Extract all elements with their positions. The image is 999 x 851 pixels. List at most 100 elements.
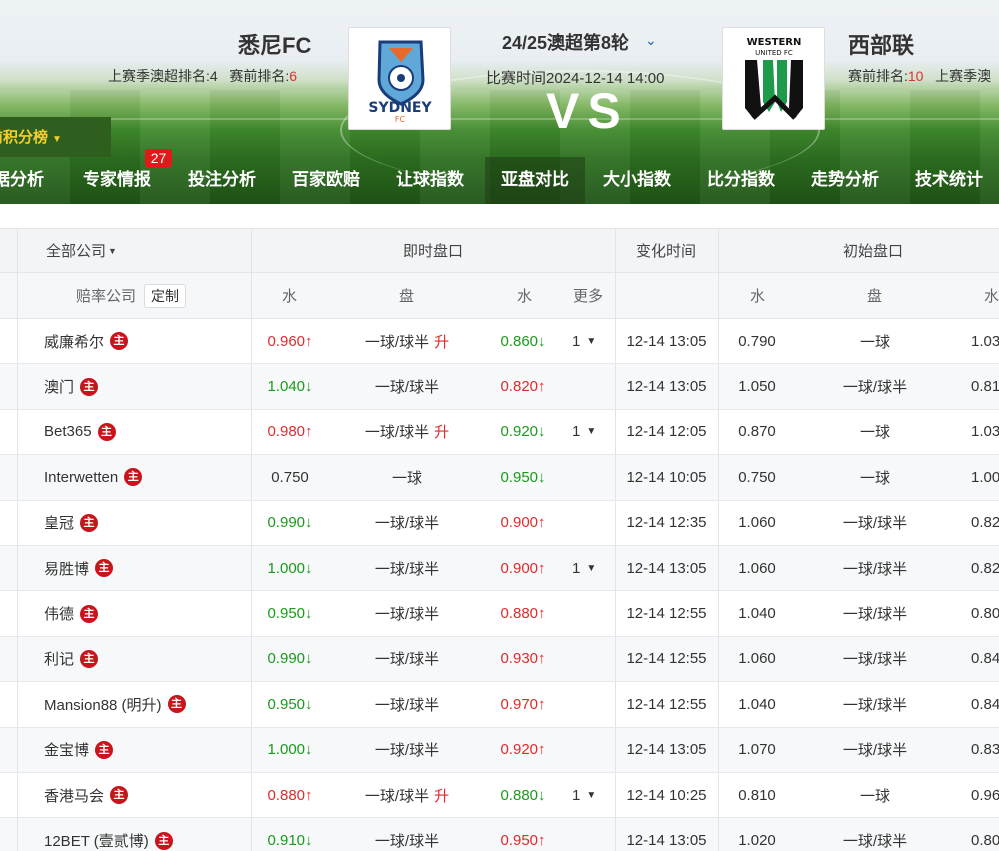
table-header-row-2: 赔率公司 定制 水 盘 水 更多 水 盘 水 xyxy=(0,273,999,319)
home-team-name[interactable]: 悉尼FC xyxy=(238,28,311,60)
init-handicap: 一球/球半 xyxy=(842,560,908,578)
company-name[interactable]: Bet365 xyxy=(44,423,92,440)
more-cell[interactable]: 1 ▼ xyxy=(572,546,596,590)
live-water2: 0.860↓ xyxy=(500,332,546,350)
company-cell[interactable]: 皇冠主 xyxy=(44,501,99,545)
company-name[interactable]: 利记 xyxy=(44,648,74,669)
nav-item-asian-handicap[interactable]: 亚盘对比 xyxy=(485,157,585,204)
live-handicap: 一球/球半 xyxy=(374,606,440,624)
more-count[interactable]: 1 xyxy=(572,787,580,804)
home-team-logo[interactable]: SYDNEY FC xyxy=(348,27,451,130)
company-cell[interactable]: 澳门主 xyxy=(44,364,99,408)
init-water1: 0.870 xyxy=(738,423,776,441)
init-water1: 0.790 xyxy=(738,332,776,350)
company-cell[interactable]: 利记主 xyxy=(44,637,99,681)
company-name[interactable]: 澳门 xyxy=(44,376,74,397)
company-cell[interactable]: Interwetten 主 xyxy=(44,455,143,499)
init-water2: 0.82 xyxy=(971,559,999,577)
company-filter-dropdown[interactable]: 全部公司 ▼ xyxy=(46,229,117,272)
init-water2: 0.82 xyxy=(971,514,999,532)
points-table-dropdown[interactable]: 前积分榜▼ xyxy=(0,117,111,157)
live-handicap: 一球/球半 xyxy=(374,560,440,578)
live-water2: 0.820↑ xyxy=(500,378,546,396)
init-water2: 1.03 xyxy=(971,332,999,350)
water1-header: 水 xyxy=(282,288,298,305)
company-name[interactable]: 12BET (壹贰博) xyxy=(44,830,149,851)
init-water2-cell: 0.83 xyxy=(971,728,999,772)
nav-item-tech-stats[interactable]: 技术统计 xyxy=(915,157,983,204)
live-handicap-cell: 一球/球半升 xyxy=(344,319,470,363)
home-last-season-label: 上赛季澳超排名: xyxy=(108,68,210,84)
live-water1-cell: 1.000↓ xyxy=(251,546,329,590)
company-name[interactable]: Mansion88 (明升) xyxy=(44,694,162,715)
more-count[interactable]: 1 xyxy=(572,560,580,577)
more-cell[interactable]: 1 ▼ xyxy=(572,773,596,817)
company-cell[interactable]: Mansion88 (明升) 主 xyxy=(44,682,186,726)
home-badge-icon: 主 xyxy=(167,695,186,714)
nav-item-expert-info[interactable]: 专家情报 xyxy=(83,157,151,204)
init-water1: 1.070 xyxy=(738,741,776,759)
init-water2: 1.00 xyxy=(971,468,999,486)
table-row: 12BET (壹贰博) 主 0.910↓ 一球/球半 0.950↑ 12-14 13:05… xyxy=(0,818,999,851)
caret-down-icon[interactable]: ▼ xyxy=(586,336,596,347)
company-cell[interactable]: 12BET (壹贰博) 主 xyxy=(44,818,173,851)
table-row: Mansion88 (明升) 主 0.950↓ 一球/球半 0.970↑ 12-14 12… xyxy=(0,682,999,728)
company-name[interactable]: 金宝博 xyxy=(44,739,89,760)
change-time: 12-14 12:55 xyxy=(626,695,707,713)
live-handicap-cell: 一球/球半 xyxy=(344,818,470,851)
live-handicap-cell: 一球/球半 xyxy=(344,682,470,726)
nav-item-trend-analysis[interactable]: 走势分析 xyxy=(811,157,879,204)
live-water2: 0.970↑ xyxy=(500,695,546,713)
company-cell[interactable]: 伟德主 xyxy=(44,591,99,635)
more-cell[interactable]: 1 ▼ xyxy=(572,410,596,454)
nav-item-over-under[interactable]: 大小指数 xyxy=(603,157,671,204)
nav-item-european-odds[interactable]: 百家欧赔 xyxy=(292,157,360,204)
company-cell[interactable]: 香港马会主 xyxy=(44,773,129,817)
company-cell[interactable]: 易胜博主 xyxy=(44,546,114,590)
odds-company-header: 赔率公司 定制 xyxy=(76,273,187,318)
init-water1: 1.040 xyxy=(738,605,776,623)
init-handicap: 一球/球半 xyxy=(842,696,908,714)
live-water2: 0.930↑ xyxy=(500,650,546,668)
home-badge-icon: 主 xyxy=(95,559,114,578)
more-count[interactable]: 1 xyxy=(572,423,580,440)
home-badge-icon: 主 xyxy=(80,513,99,532)
custom-button[interactable]: 定制 xyxy=(144,283,187,308)
nav-item-handicap-index[interactable]: 让球指数 xyxy=(396,157,464,204)
more-count[interactable]: 1 xyxy=(572,333,580,350)
company-name[interactable]: 皇冠 xyxy=(44,512,74,533)
live-water2-cell: 0.900↑ xyxy=(484,501,562,545)
company-name[interactable]: 香港马会 xyxy=(44,785,104,806)
nav-item-betting-analysis[interactable]: 投注分析 xyxy=(188,157,256,204)
company-cell[interactable]: 金宝博主 xyxy=(44,728,114,772)
company-name[interactable]: 易胜博 xyxy=(44,558,89,579)
company-name[interactable]: Interwetten xyxy=(44,469,118,486)
nav-item-data-analysis[interactable]: 据分析 xyxy=(0,157,59,204)
sydney-fc-logo-icon: SYDNEY FC xyxy=(368,40,432,124)
init-water1-cell: 1.050 xyxy=(718,364,796,408)
init-water2-cell: 0.96 xyxy=(971,773,999,817)
company-cell[interactable]: 威廉希尔主 xyxy=(44,319,129,363)
chevron-down-icon[interactable]: ⌄ xyxy=(645,32,657,49)
away-team-logo[interactable]: WESTERN UNITED FC xyxy=(722,27,825,130)
company-name[interactable]: 伟德 xyxy=(44,603,74,624)
nav-item-score-index[interactable]: 比分指数 xyxy=(707,157,775,204)
table-row: Bet365 主 0.980↑ 一球/球半升 0.920↓ 1 ▼ 12-14 12:05 0.… xyxy=(0,409,999,456)
caret-down-icon[interactable]: ▼ xyxy=(586,426,596,437)
company-cell[interactable]: Bet365 主 xyxy=(44,410,116,454)
company-name[interactable]: 威廉希尔 xyxy=(44,331,104,352)
away-team-name[interactable]: 西部联 xyxy=(848,28,914,60)
live-odds-header: 即时盘口 xyxy=(403,243,464,260)
init-handicap-cell: 一球 xyxy=(812,319,938,363)
caret-down-icon[interactable]: ▼ xyxy=(586,790,596,801)
more-cell[interactable]: 1 ▼ xyxy=(572,319,596,363)
caret-down-icon[interactable]: ▼ xyxy=(586,563,596,574)
match-round[interactable]: 24/25澳超第8轮 xyxy=(502,29,629,55)
live-water2-cell: 0.880↑ xyxy=(484,591,562,635)
init-water1: 1.040 xyxy=(738,695,776,713)
init-water1-cell: 1.040 xyxy=(718,682,796,726)
live-water2-cell: 0.880↓ xyxy=(484,773,562,817)
live-handicap: 一球 xyxy=(391,469,422,487)
init-water2-cell: 1.03 xyxy=(971,319,999,363)
init-water2-cell: 1.03 xyxy=(971,410,999,454)
